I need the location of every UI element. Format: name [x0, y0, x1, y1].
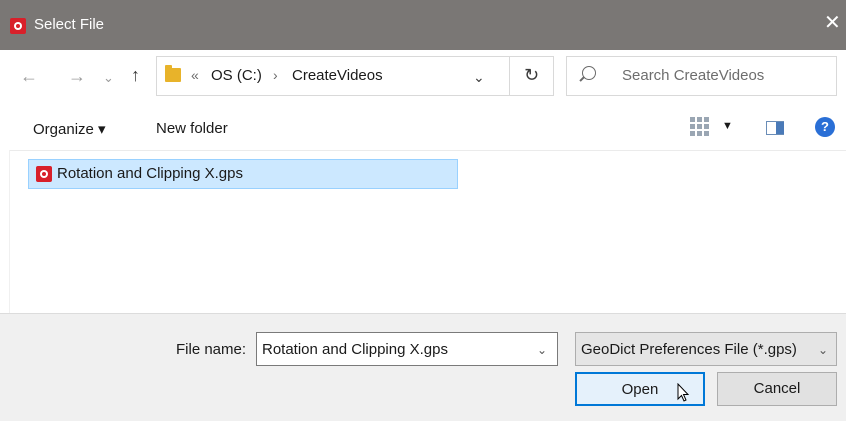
title-bar	[0, 0, 846, 50]
file-name-text: Rotation and Clipping X.gps	[57, 165, 243, 182]
file-gps-icon	[36, 166, 52, 182]
breadcrumb-separator[interactable]: ›	[273, 67, 278, 83]
file-name-value[interactable]: Rotation and Clipping X.gps	[262, 341, 448, 358]
chevron-down-icon[interactable]: ⌄	[473, 68, 485, 86]
up-arrow-icon[interactable]: ↑	[131, 66, 140, 84]
file-type-value[interactable]: GeoDict Preferences File (*.gps)	[581, 341, 797, 358]
breadcrumb-folder[interactable]: CreateVideos	[292, 67, 383, 84]
preview-pane-icon[interactable]	[766, 121, 784, 135]
back-arrow-icon[interactable]: ←	[20, 67, 38, 85]
mouse-cursor-icon	[677, 383, 690, 402]
refresh-icon: ↻	[524, 65, 540, 85]
window-title: Select File	[34, 16, 105, 33]
view-dropdown-icon[interactable]: ▼	[722, 120, 733, 132]
recent-dropdown-icon[interactable]: ⌄	[103, 69, 114, 87]
close-icon[interactable]: ✕	[824, 13, 841, 33]
search-input[interactable]: Search CreateVideos	[622, 67, 764, 84]
folder-icon	[165, 65, 181, 82]
command-toolbar	[0, 106, 846, 150]
app-logo-icon	[10, 18, 26, 34]
cancel-button[interactable]: Cancel	[717, 372, 837, 406]
file-name-dropdown-icon[interactable]: ⌄	[537, 343, 547, 357]
navigation-pane-edge	[0, 150, 10, 313]
file-type-dropdown-icon[interactable]: ⌄	[818, 343, 828, 357]
file-name-label: File name:	[176, 341, 247, 358]
refresh-button[interactable]: ↻	[509, 56, 554, 96]
forward-arrow-icon[interactable]: →	[68, 67, 86, 85]
view-grid-icon[interactable]	[690, 117, 710, 137]
breadcrumb-overflow[interactable]: «	[191, 67, 199, 83]
help-icon[interactable]: ?	[815, 117, 835, 137]
organize-button[interactable]: Organize ▾	[33, 120, 106, 138]
breadcrumb-drive[interactable]: OS (C:)	[211, 67, 262, 84]
search-icon	[582, 66, 596, 80]
new-folder-button[interactable]: New folder	[156, 120, 228, 137]
